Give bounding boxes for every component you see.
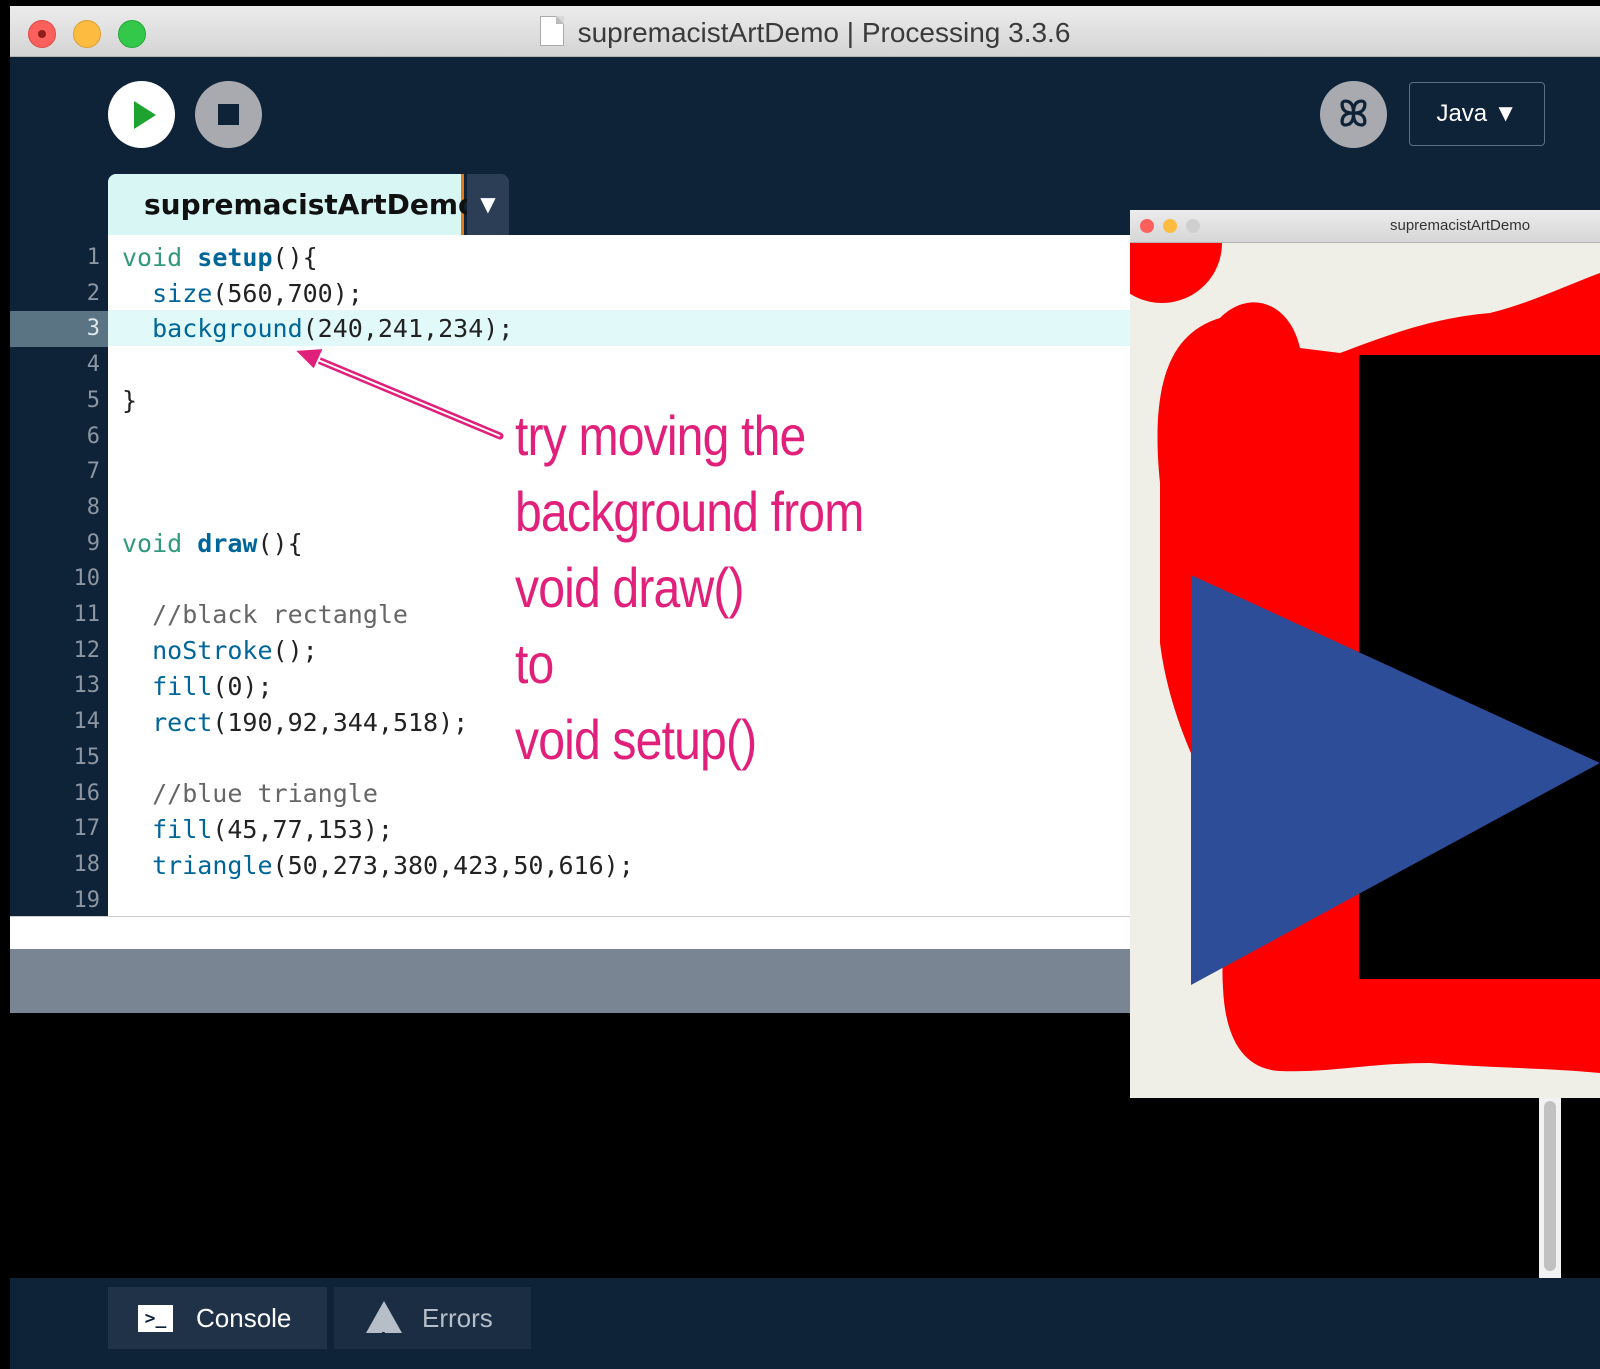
line-number: 16 [73,780,101,806]
line-number: 15 [73,744,101,770]
code-line-13[interactable]: fill(0); [122,669,272,705]
code-line-5[interactable]: } [122,383,137,419]
console-scrollbar[interactable] [1539,1081,1561,1278]
sketch-window[interactable]: supremacistArtDemo [1130,210,1600,1098]
debugger-icon[interactable]: ꕤ [1320,81,1387,148]
line-number: 5 [86,387,100,413]
tab-errors[interactable]: Errors [334,1287,531,1369]
line-number: 19 [73,887,101,913]
line-number: 8 [86,494,100,520]
errors-label: Errors [422,1303,493,1333]
annotation-line-4: to [515,632,554,695]
line-number: 2 [86,280,100,306]
title-bar: supremacistArtDemo | Processing 3.3.6 [10,6,1600,57]
line-number: 12 [73,637,101,663]
code-line-14[interactable]: rect(190,92,344,518); [122,705,468,741]
sketch-minimize-button[interactable] [1163,219,1177,233]
mode-selector[interactable]: Java ▼ [1409,82,1545,146]
sketch-title: supremacistArtDemo [1390,217,1531,234]
line-number: 18 [73,851,101,877]
stop-button[interactable] [195,81,262,148]
line-number: 17 [73,816,101,842]
console-icon: >_ [138,1305,173,1332]
annotation-line-2: background from [515,480,864,543]
line-number: 7 [86,459,100,485]
annotation-line-5: void setup() [515,708,757,771]
code-line-11[interactable]: //black rectangle [122,597,408,633]
code-line-16[interactable]: //blue triangle [122,776,378,812]
red-corner-circle [1130,243,1222,303]
sketch-close-button[interactable] [1140,219,1154,233]
scrollbar-thumb[interactable] [1544,1101,1556,1271]
line-number: 4 [86,352,100,378]
code-line-2[interactable]: size(560,700); [122,276,363,312]
tab-menu-button[interactable]: ▼ [467,174,509,235]
line-number: 10 [73,566,101,592]
line-number: 1 [86,245,100,270]
code-line-17[interactable]: fill(45,77,153); [122,812,393,848]
line-number: 11 [73,602,101,627]
line-number: 14 [73,709,101,735]
run-button[interactable] [108,81,175,148]
line-number: 3 [10,311,108,348]
console-label: Console [196,1303,292,1333]
code-line-9[interactable]: void draw(){ [122,526,303,562]
line-number: 6 [86,423,100,449]
window-title: supremacistArtDemo | Processing 3.3.6 [10,16,1600,49]
black-rectangle [1359,355,1600,979]
tab-supremacistartdemo[interactable]: supremacistArtDemo [108,174,477,235]
annotation-line-1: try moving the [515,404,806,467]
sketch-canvas [1130,243,1600,1073]
document-icon [539,16,564,46]
annotation-line-3: void draw() [515,556,745,619]
sketch-zoom-button[interactable] [1186,219,1200,233]
warning-icon [366,1301,402,1369]
window-title-text: supremacistArtDemo | Processing 3.3.6 [577,17,1071,48]
line-number: 13 [73,673,101,699]
code-line-12[interactable]: noStroke(); [122,633,318,669]
tab-console[interactable]: >_ Console [108,1287,327,1349]
code-line-18[interactable]: triangle(50,273,380,423,50,616); [122,848,634,884]
line-number: 9 [86,530,100,556]
line-number-gutter: 1 2 3 4 5 6 7 8 9 10 11 12 13 14 15 16 17 18 19 [10,235,108,916]
annotation-arrow [291,346,504,440]
code-line-1[interactable]: void setup(){ [122,240,318,276]
sketch-title-bar: supremacistArtDemo [1130,210,1600,243]
